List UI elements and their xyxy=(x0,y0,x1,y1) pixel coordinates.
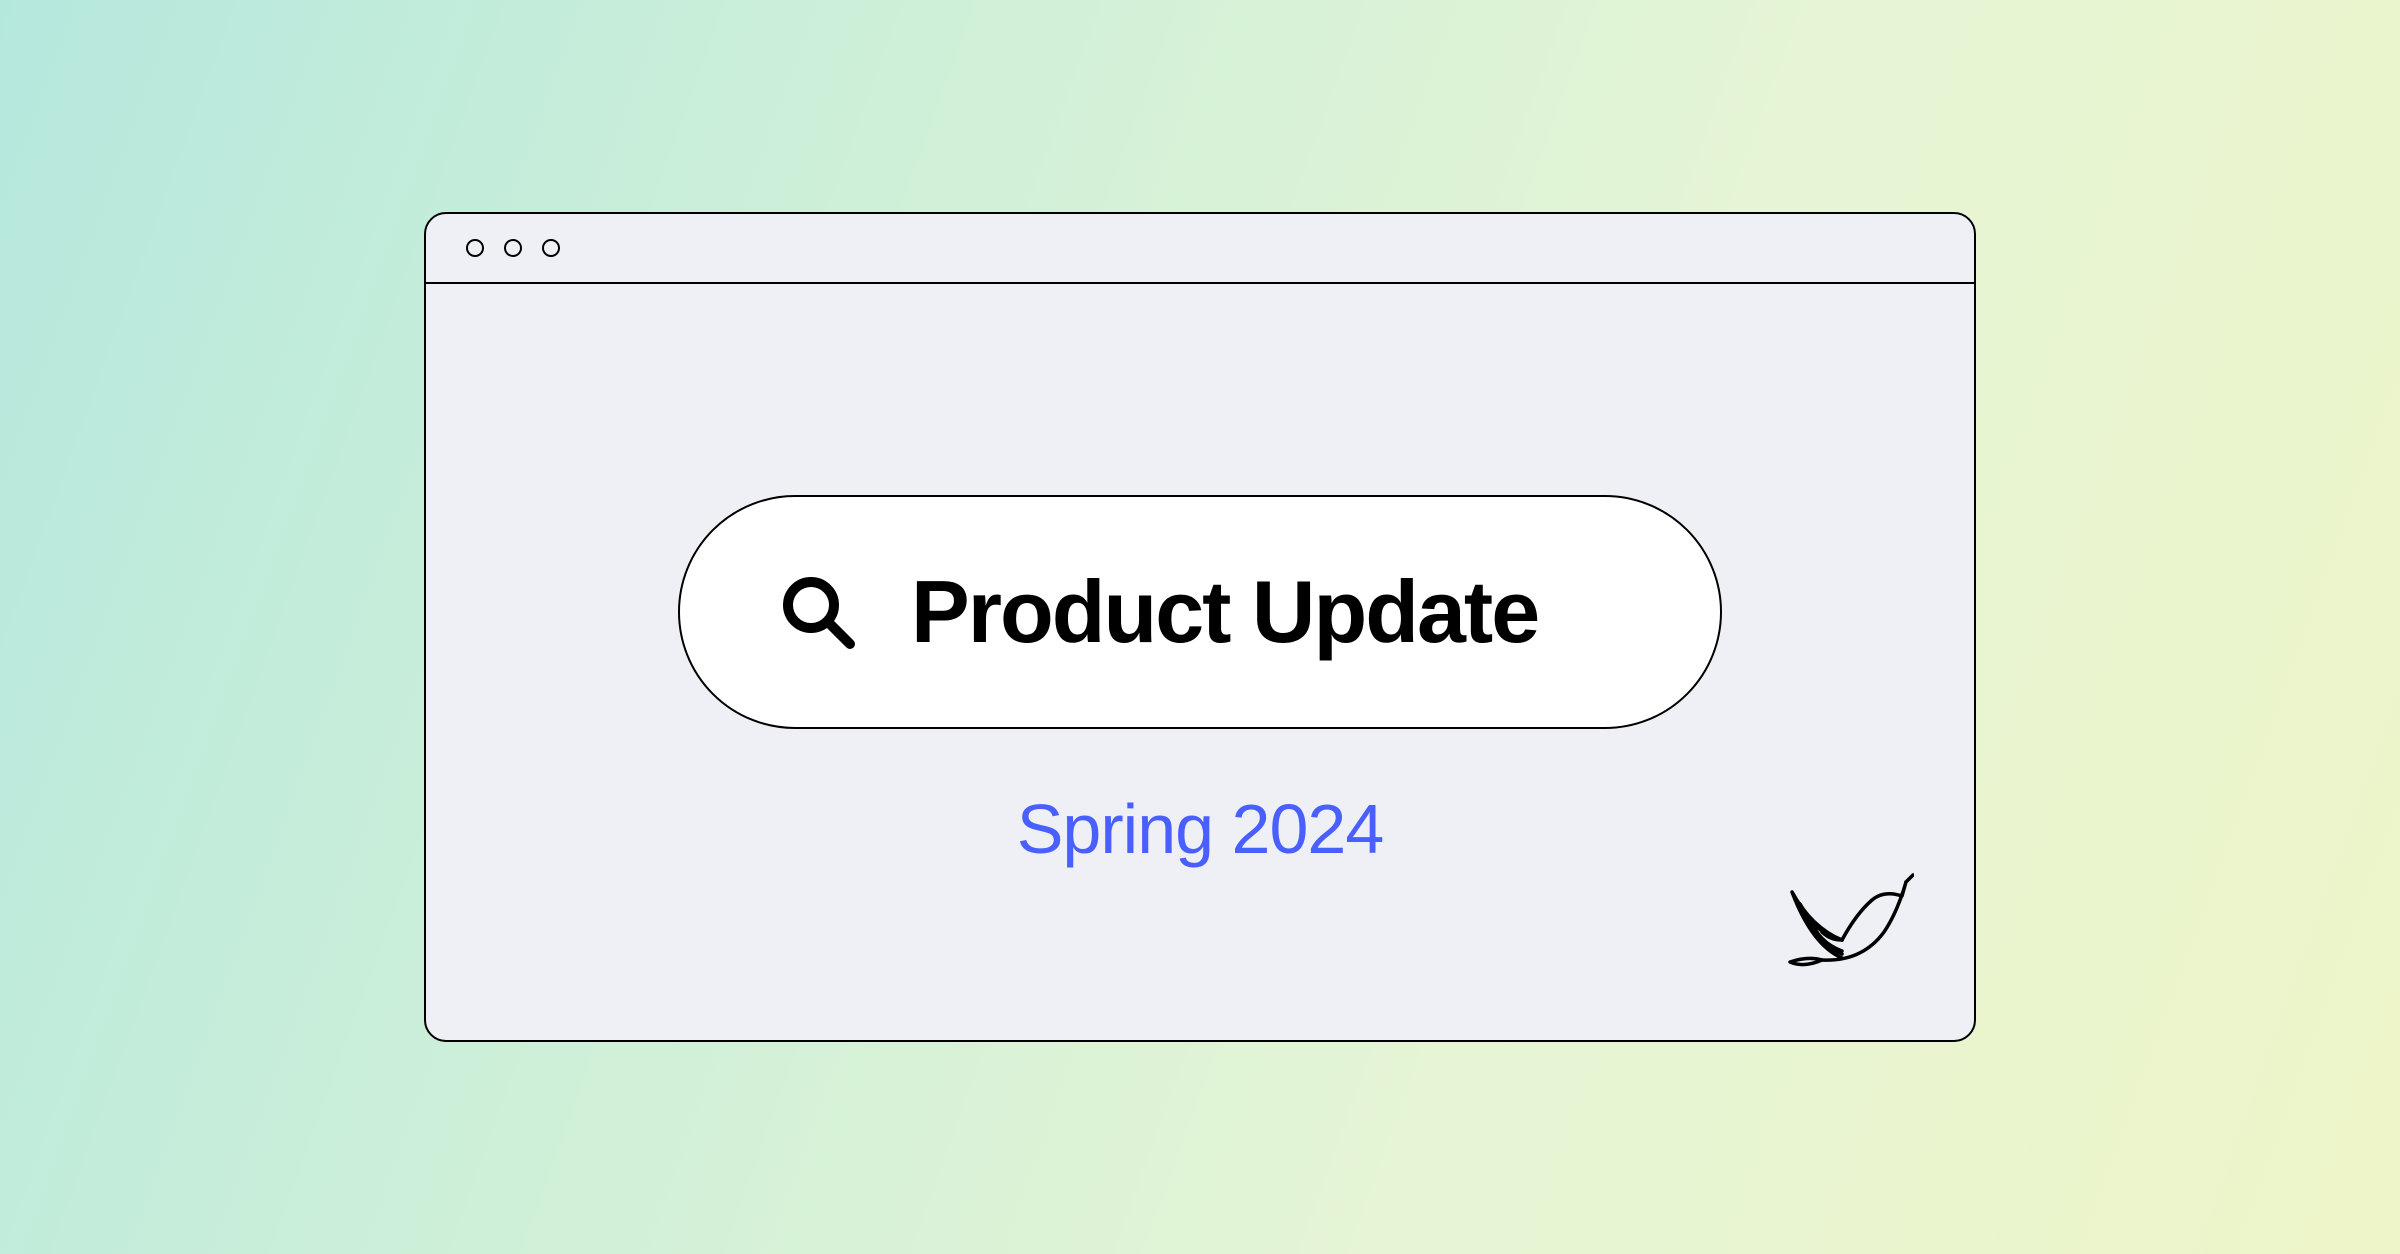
search-pill[interactable]: Product Update xyxy=(678,495,1722,729)
maximize-icon[interactable] xyxy=(542,239,560,257)
search-title: Product Update xyxy=(911,561,1538,663)
search-icon xyxy=(780,574,856,650)
title-bar xyxy=(426,214,1974,284)
close-icon[interactable] xyxy=(466,239,484,257)
content-area: Product Update Spring 2024 xyxy=(426,284,1974,1040)
hummingbird-icon xyxy=(1764,840,1914,990)
subtitle: Spring 2024 xyxy=(1017,789,1384,869)
minimize-icon[interactable] xyxy=(504,239,522,257)
browser-window: Product Update Spring 2024 xyxy=(424,212,1976,1042)
brand-logo xyxy=(1764,840,1914,990)
